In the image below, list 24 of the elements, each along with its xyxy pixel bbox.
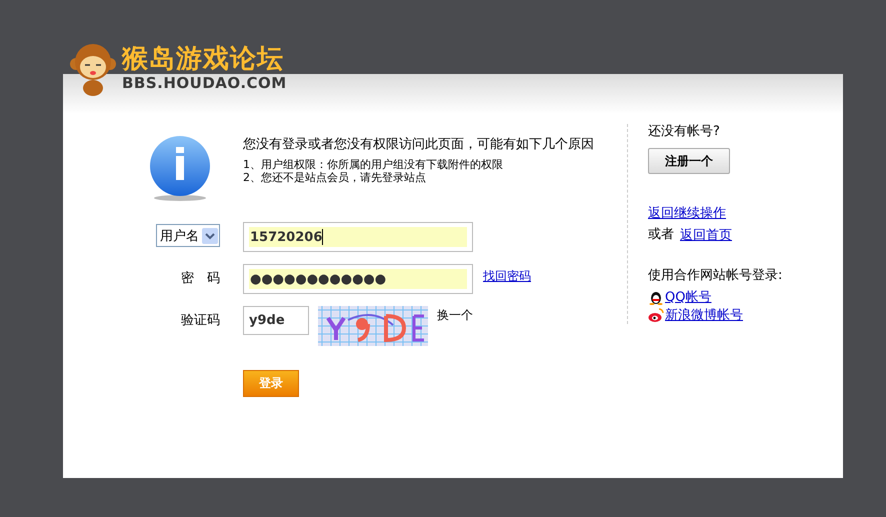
forgot-password-link[interactable]: 找回密码 bbox=[483, 264, 627, 288]
partner-login-link[interactable]: QQ帐号 bbox=[665, 288, 712, 306]
password-label: 密 码 bbox=[181, 270, 220, 288]
weibo-icon bbox=[648, 307, 664, 323]
no-account-text: 还没有帐号? bbox=[648, 124, 720, 140]
refresh-captcha-link[interactable]: 换一个 bbox=[437, 306, 473, 324]
reason-text: 2、您还不是站点会员，请先登录站点 bbox=[243, 171, 427, 184]
captcha-label: 验证码 bbox=[181, 312, 220, 330]
username-field[interactable]: 15720206 bbox=[243, 222, 473, 252]
continue-link[interactable]: 返回继续操作 bbox=[648, 204, 726, 222]
or-text: 或者 bbox=[648, 227, 674, 243]
password-field[interactable]: ●●●●●●●●●●●● bbox=[243, 264, 473, 294]
captcha-field[interactable]: y9de bbox=[243, 306, 309, 335]
logo-domain: BBS.HOUDAO.COM bbox=[122, 74, 287, 92]
penguin-icon bbox=[648, 289, 664, 305]
partner-login-heading: 使用合作网站帐号登录: bbox=[648, 268, 782, 284]
reason-text: 1、用户组权限：你所属的用户组没有下载附件的权限 bbox=[243, 158, 504, 171]
notice-heading: 您没有登录或者您没有权限访问此页面，可能有如下几个原因 bbox=[243, 137, 595, 153]
home-link[interactable]: 返回首页 bbox=[680, 226, 732, 244]
register-button[interactable]: 注册一个 bbox=[648, 148, 730, 174]
info-icon bbox=[148, 136, 212, 202]
account-type-select[interactable]: 用户名 bbox=[156, 224, 220, 247]
logo-title: 猴岛游戏论坛 bbox=[122, 44, 284, 74]
partner-login-link[interactable]: 新浪微博帐号 bbox=[665, 306, 743, 324]
